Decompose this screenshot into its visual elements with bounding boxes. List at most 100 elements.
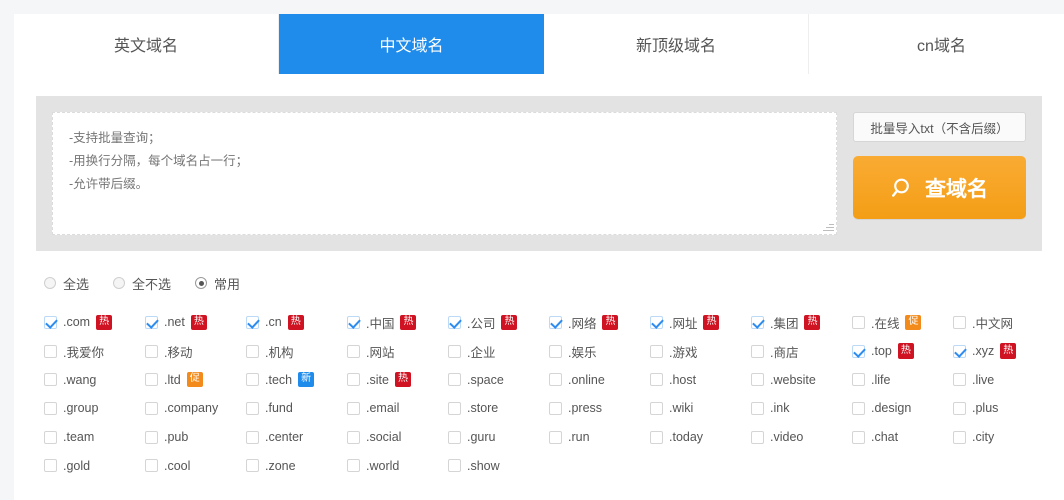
- suffix-option-center[interactable]: .center: [246, 430, 347, 444]
- suffix-option-网站[interactable]: .网站: [347, 342, 448, 361]
- suffix-option-design[interactable]: .design: [852, 401, 953, 415]
- checkbox-icon[interactable]: [246, 459, 259, 472]
- checkbox-icon[interactable]: [448, 373, 461, 386]
- checkbox-icon[interactable]: [44, 373, 57, 386]
- checkbox-icon[interactable]: [347, 345, 360, 358]
- suffix-option-gold[interactable]: .gold: [44, 459, 145, 473]
- suffix-option-我爱你[interactable]: .我爱你: [44, 342, 145, 361]
- suffix-option-ink[interactable]: .ink: [751, 401, 852, 415]
- checkbox-icon[interactable]: [44, 459, 57, 472]
- checkbox-icon[interactable]: [246, 345, 259, 358]
- suffix-option-中国[interactable]: .中国热: [347, 313, 448, 332]
- tab-2[interactable]: 新顶级域名: [544, 14, 809, 74]
- checkbox-icon[interactable]: [44, 402, 57, 415]
- search-domain-button[interactable]: 查域名: [853, 156, 1026, 219]
- checkbox-icon[interactable]: [751, 345, 764, 358]
- checkbox-icon[interactable]: [751, 402, 764, 415]
- suffix-option-娱乐[interactable]: .娱乐: [549, 342, 650, 361]
- checkbox-icon[interactable]: [549, 431, 562, 444]
- checkbox-icon[interactable]: [852, 431, 865, 444]
- checkbox-icon[interactable]: [347, 459, 360, 472]
- suffix-option-网络[interactable]: .网络热: [549, 313, 650, 332]
- suffix-option-机构[interactable]: .机构: [246, 342, 347, 361]
- checkbox-icon[interactable]: [852, 373, 865, 386]
- checkbox-icon[interactable]: [246, 373, 259, 386]
- checkbox-icon[interactable]: [549, 373, 562, 386]
- checkbox-icon[interactable]: [953, 373, 966, 386]
- suffix-option-wiki[interactable]: .wiki: [650, 401, 751, 415]
- suffix-option-website[interactable]: .website: [751, 373, 852, 387]
- suffix-option-group[interactable]: .group: [44, 401, 145, 415]
- suffix-option-video[interactable]: .video: [751, 430, 852, 444]
- suffix-option-游戏[interactable]: .游戏: [650, 342, 751, 361]
- suffix-option-chat[interactable]: .chat: [852, 430, 953, 444]
- checkbox-icon[interactable]: [953, 316, 966, 329]
- checkbox-icon[interactable]: [751, 316, 764, 329]
- checkbox-icon[interactable]: [549, 316, 562, 329]
- checkbox-icon[interactable]: [650, 316, 663, 329]
- checkbox-icon[interactable]: [852, 345, 865, 358]
- suffix-option-ltd[interactable]: .ltd促: [145, 372, 246, 388]
- suffix-option-cn[interactable]: .cn热: [246, 315, 347, 331]
- suffix-option-online[interactable]: .online: [549, 373, 650, 387]
- checkbox-icon[interactable]: [852, 402, 865, 415]
- checkbox-icon[interactable]: [145, 345, 158, 358]
- checkbox-icon[interactable]: [751, 431, 764, 444]
- suffix-option-live[interactable]: .live: [953, 373, 1054, 387]
- checkbox-icon[interactable]: [953, 431, 966, 444]
- checkbox-icon[interactable]: [347, 402, 360, 415]
- checkbox-icon[interactable]: [246, 431, 259, 444]
- suffix-option-企业[interactable]: .企业: [448, 342, 549, 361]
- checkbox-icon[interactable]: [549, 402, 562, 415]
- checkbox-icon[interactable]: [650, 431, 663, 444]
- suffix-option-网址[interactable]: .网址热: [650, 313, 751, 332]
- checkbox-icon[interactable]: [448, 402, 461, 415]
- bulk-domain-textarea[interactable]: [52, 112, 837, 235]
- checkbox-icon[interactable]: [44, 345, 57, 358]
- suffix-option-商店[interactable]: .商店: [751, 342, 852, 361]
- suffix-option-公司[interactable]: .公司热: [448, 313, 549, 332]
- checkbox-icon[interactable]: [246, 402, 259, 415]
- checkbox-icon[interactable]: [44, 431, 57, 444]
- suffix-option-tech[interactable]: .tech新: [246, 372, 347, 388]
- tab-1[interactable]: 中文域名: [279, 14, 544, 74]
- checkbox-icon[interactable]: [145, 402, 158, 415]
- select-mode-radio-1[interactable]: 全不选: [113, 274, 171, 293]
- checkbox-icon[interactable]: [145, 431, 158, 444]
- suffix-option-world[interactable]: .world: [347, 459, 448, 473]
- suffix-option-email[interactable]: .email: [347, 401, 448, 415]
- suffix-option-today[interactable]: .today: [650, 430, 751, 444]
- suffix-option-net[interactable]: .net热: [145, 315, 246, 331]
- suffix-option-fund[interactable]: .fund: [246, 401, 347, 415]
- suffix-option-team[interactable]: .team: [44, 430, 145, 444]
- suffix-option-company[interactable]: .company: [145, 401, 246, 415]
- suffix-option-wang[interactable]: .wang: [44, 373, 145, 387]
- checkbox-icon[interactable]: [852, 316, 865, 329]
- suffix-option-集团[interactable]: .集团热: [751, 313, 852, 332]
- suffix-option-pub[interactable]: .pub: [145, 430, 246, 444]
- tab-0[interactable]: 英文域名: [14, 14, 279, 74]
- select-mode-radio-0[interactable]: 全选: [44, 274, 89, 293]
- import-txt-button[interactable]: 批量导入txt（不含后缀）: [853, 112, 1026, 142]
- checkbox-icon[interactable]: [145, 373, 158, 386]
- tab-3[interactable]: cn域名: [809, 14, 1064, 74]
- suffix-option-中文网[interactable]: .中文网: [953, 313, 1054, 332]
- checkbox-icon[interactable]: [347, 431, 360, 444]
- checkbox-icon[interactable]: [347, 316, 360, 329]
- suffix-option-xyz[interactable]: .xyz热: [953, 343, 1054, 359]
- suffix-option-space[interactable]: .space: [448, 373, 549, 387]
- suffix-option-run[interactable]: .run: [549, 430, 650, 444]
- checkbox-icon[interactable]: [448, 316, 461, 329]
- checkbox-icon[interactable]: [448, 431, 461, 444]
- suffix-option-social[interactable]: .social: [347, 430, 448, 444]
- checkbox-icon[interactable]: [145, 316, 158, 329]
- suffix-option-cool[interactable]: .cool: [145, 459, 246, 473]
- checkbox-icon[interactable]: [953, 402, 966, 415]
- checkbox-icon[interactable]: [44, 316, 57, 329]
- suffix-option-store[interactable]: .store: [448, 401, 549, 415]
- checkbox-icon[interactable]: [751, 373, 764, 386]
- suffix-option-guru[interactable]: .guru: [448, 430, 549, 444]
- checkbox-icon[interactable]: [549, 345, 562, 358]
- checkbox-icon[interactable]: [145, 459, 158, 472]
- checkbox-icon[interactable]: [347, 373, 360, 386]
